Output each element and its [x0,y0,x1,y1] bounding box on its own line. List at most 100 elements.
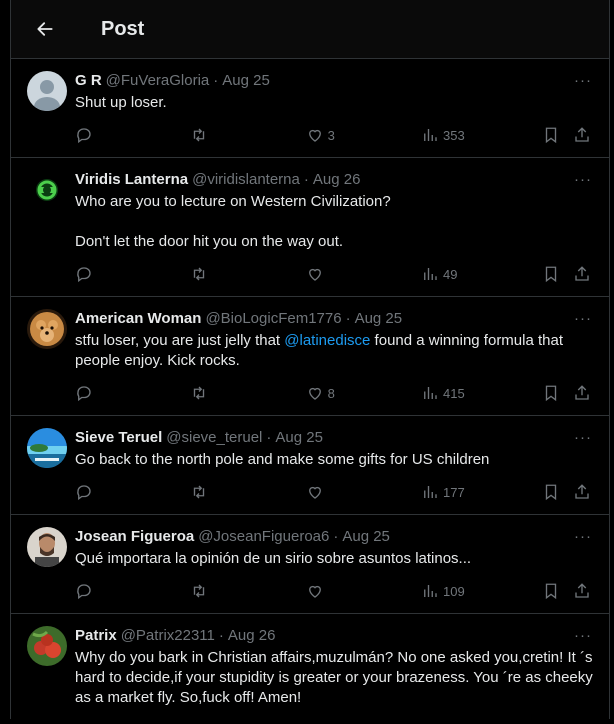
share-button[interactable] [573,582,593,600]
avatar[interactable] [27,626,67,666]
separator-dot: · [213,72,219,89]
bookmark-button[interactable] [542,384,573,402]
reply-text: Who are you to lecture on Western Civili… [75,193,391,250]
reply-text: Why do you bark in Christian affairs,muz… [75,649,597,706]
action-bar: 49 [75,252,593,296]
views-icon [424,486,437,498]
author-name[interactable]: Patrix [75,626,117,646]
post-date[interactable]: Aug 25 [275,428,323,448]
author-handle[interactable]: @viridislanterna [192,170,300,190]
bookmark-button[interactable] [542,483,573,501]
back-button[interactable] [27,11,63,47]
repost-button[interactable] [190,265,305,283]
view-count: 415 [442,385,465,401]
author-name[interactable]: American Woman [75,309,201,329]
more-options-button[interactable]: ··· [573,309,593,329]
author-name[interactable]: Sieve Teruel [75,428,162,448]
more-options-button[interactable]: ··· [573,428,593,448]
reply-button[interactable] [75,265,190,283]
reply-item[interactable]: Viridis Lanterna @viridislanterna · Aug … [11,158,609,297]
avatar[interactable] [27,527,67,567]
reply-item[interactable]: G R @FuVeraGloria · Aug 25 ··· Shut up l… [11,59,609,158]
reply-button[interactable] [75,483,190,501]
heart-icon [308,585,321,598]
post-date[interactable]: Aug 26 [228,626,276,646]
like-button[interactable] [306,582,421,600]
action-bar: 8 415 [75,371,593,415]
views-button[interactable]: 109 [421,582,542,600]
reply-item[interactable]: Patrix @Patrix22311 · Aug 26 ··· Why do … [11,614,609,724]
share-button[interactable] [573,265,593,283]
view-count: 177 [442,484,465,500]
more-options-button[interactable]: ··· [573,170,593,190]
action-bar: 109 [75,569,593,613]
repost-button[interactable] [190,483,305,501]
repost-button[interactable] [190,582,305,600]
post-date[interactable]: Aug 26 [313,170,361,190]
avatar[interactable] [27,71,67,111]
bookmark-button[interactable] [542,265,573,283]
more-options-button[interactable]: ··· [573,626,593,646]
like-button[interactable]: 8 [306,384,421,402]
reply-item[interactable]: Sieve Teruel @sieve_teruel · Aug 25 ··· … [11,416,609,515]
repost-button[interactable] [190,126,305,144]
separator-dot: · [345,310,351,327]
share-icon [575,583,590,598]
separator-dot: · [218,627,224,644]
heart-icon [308,129,321,142]
reply-button[interactable] [75,582,190,600]
separator-dot: · [266,429,272,446]
view-count: 109 [442,583,465,599]
view-count: 49 [442,266,458,282]
reply-item[interactable]: American Woman @BioLogicFem1776 · Aug 25… [11,297,609,416]
post-date[interactable]: Aug 25 [342,527,390,547]
author-handle[interactable]: @sieve_teruel [166,428,262,448]
author-handle[interactable]: @BioLogicFem1776 [205,309,341,329]
share-button[interactable] [573,483,593,501]
share-button[interactable] [573,384,593,402]
bookmark-button[interactable] [542,582,573,600]
reply-item[interactable]: Josean Figueroa @JoseanFigueroa6 · Aug 2… [11,515,609,614]
separator-dot: · [303,171,309,188]
author-name[interactable]: Viridis Lanterna [75,170,188,190]
more-options-button[interactable]: ··· [573,71,593,91]
action-bar: 3 353 [75,113,593,157]
like-button[interactable] [306,483,421,501]
share-button[interactable] [573,126,593,144]
author-name[interactable]: G R [75,71,102,91]
author-handle[interactable]: @Patrix22311 [121,626,215,646]
views-button[interactable]: 353 [421,126,542,144]
post-date[interactable]: Aug 25 [222,71,270,91]
like-button[interactable] [306,265,421,283]
view-count: 353 [442,127,465,143]
share-icon [575,266,590,281]
views-button[interactable]: 415 [421,384,542,402]
views-icon [424,387,437,399]
repost-icon [194,386,205,400]
avatar[interactable] [27,428,67,468]
reply-button[interactable] [75,126,190,144]
action-bar: 177 [75,470,593,514]
mention-link[interactable]: @latinedisce [284,332,370,349]
reply-button[interactable] [75,384,190,402]
repost-button[interactable] [190,384,305,402]
like-button[interactable]: 3 [306,126,421,144]
author-name[interactable]: Josean Figueroa [75,527,194,547]
avatar[interactable] [27,309,67,349]
views-icon [424,268,437,280]
share-icon [575,385,590,400]
author-handle[interactable]: @FuVeraGloria [106,71,210,91]
bookmark-icon [545,583,557,600]
bookmark-icon [545,127,557,144]
author-handle[interactable]: @JoseanFigueroa6 [198,527,329,547]
views-icon [424,585,437,597]
more-options-button[interactable]: ··· [573,527,593,547]
repost-icon [194,267,205,281]
views-button[interactable]: 177 [421,483,542,501]
comment-icon [77,386,91,402]
post-date[interactable]: Aug 25 [355,309,403,329]
bookmark-button[interactable] [542,126,573,144]
avatar[interactable] [27,170,67,210]
views-button[interactable]: 49 [421,265,542,283]
reply-text: Shut up loser. [75,94,167,111]
